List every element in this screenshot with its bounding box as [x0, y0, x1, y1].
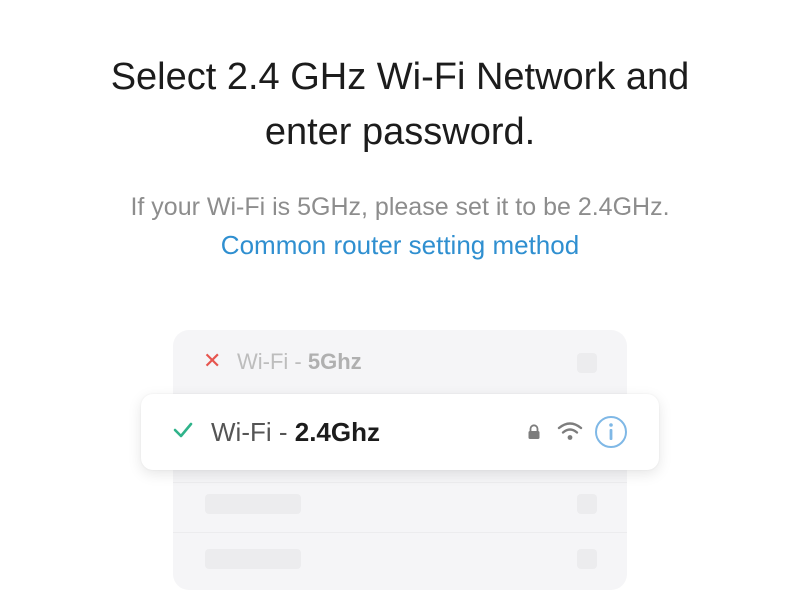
placeholder-bar — [205, 494, 301, 514]
router-setting-link[interactable]: Common router setting method — [0, 230, 800, 261]
lock-icon — [527, 424, 541, 445]
title-line-2: enter password. — [264, 111, 536, 153]
subtitle-text: If your Wi-Fi is 5GHz, please set it to … — [130, 193, 670, 221]
network-prefix: Wi-Fi - — [211, 417, 295, 447]
placeholder-icon — [577, 549, 597, 569]
x-icon: ✕ — [203, 348, 222, 373]
divider — [173, 532, 627, 533]
check-icon — [173, 422, 193, 443]
placeholder-icon — [577, 494, 597, 514]
network-label-5ghz: Wi-Fi - 5Ghz — [237, 349, 362, 375]
network-label-2-4ghz: Wi-Fi - 2.4Ghz — [211, 416, 380, 448]
network-row-5ghz: ✕ Wi-Fi - 5Ghz — [173, 335, 627, 387]
title-line-1: Select 2.4 GHz Wi-Fi Network and — [110, 56, 690, 98]
divider — [173, 482, 627, 483]
placeholder-icon — [577, 353, 597, 373]
page-title: Select 2.4 GHz Wi-Fi Network and enter p… — [0, 50, 800, 160]
placeholder-bar — [205, 549, 301, 569]
wifi-icon — [557, 420, 583, 447]
network-band: 2.4Ghz — [294, 417, 380, 447]
info-icon[interactable] — [594, 415, 628, 454]
network-row-2-4ghz: Wi-Fi - 2.4Ghz — [141, 394, 659, 470]
network-band: 5Ghz — [307, 349, 362, 374]
network-prefix: Wi-Fi - — [237, 349, 308, 374]
